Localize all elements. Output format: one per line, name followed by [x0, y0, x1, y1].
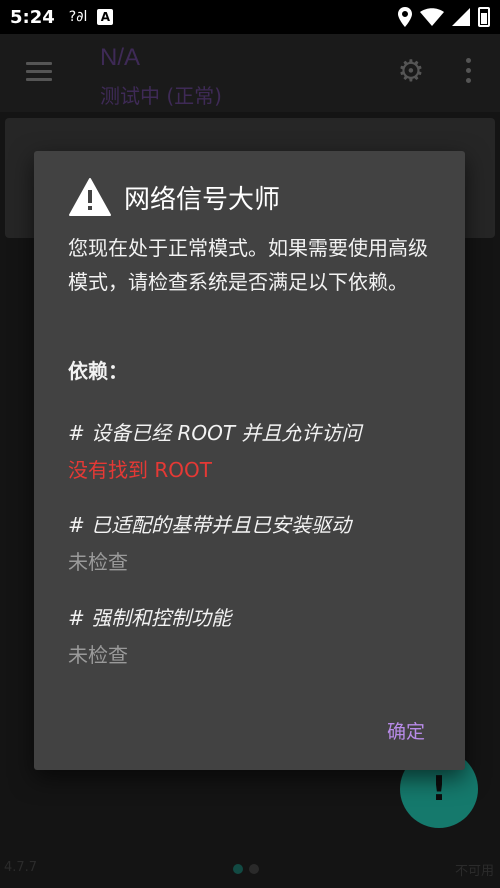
- dependency-dialog: 网络信号大师 您现在处于正常模式。如果需要使用高级模式，请检查系统是否满足以下依…: [34, 151, 465, 770]
- dialog-header: 网络信号大师: [68, 177, 280, 217]
- app-subtitle: 测试中 (正常): [100, 84, 222, 108]
- menu-icon[interactable]: [26, 62, 52, 86]
- cell-signal-icon: ?∂l: [68, 9, 88, 25]
- dependency-title: # 强制和控制功能: [68, 606, 232, 630]
- dependency-item: # 设备已经 ROOT 并且允许访问 没有找到 ROOT: [68, 417, 361, 483]
- status-time: 5:24: [10, 6, 55, 28]
- version-label: 4.7.7: [4, 860, 38, 875]
- notification-badge-icon: A: [97, 9, 114, 25]
- status-icons: [398, 7, 490, 27]
- dependency-item: # 强制和控制功能 未检查: [68, 602, 231, 668]
- page-dot[interactable]: [249, 864, 259, 874]
- status-bar: 5:24 ?∂l A: [0, 0, 500, 34]
- dependency-title: # 已适配的基带并且已安装驱动: [68, 513, 352, 537]
- wifi-icon: [420, 8, 444, 26]
- dependency-item: # 已适配的基带并且已安装驱动 未检查: [68, 509, 351, 575]
- unavailable-label: 不可用: [454, 864, 494, 879]
- app-bar: N/A 测试中 (正常) ⚙: [0, 34, 500, 112]
- dependency-status: 没有找到 ROOT: [68, 458, 212, 482]
- dialog-message: 您现在处于正常模式。如果需要使用高级模式，请检查系统是否满足以下依赖。: [68, 236, 428, 294]
- battery-icon: [478, 7, 490, 27]
- more-options-icon[interactable]: [462, 58, 474, 88]
- cell-icon: [452, 8, 470, 26]
- dependency-status: 未检查: [68, 643, 128, 667]
- warning-icon: [69, 178, 111, 216]
- dependency-status: 未检查: [68, 550, 128, 574]
- dependencies-label: 依赖：: [68, 359, 128, 383]
- ok-button[interactable]: 确定: [387, 717, 425, 744]
- dialog-title: 网络信号大师: [124, 184, 281, 215]
- page-indicator: [233, 864, 259, 874]
- gear-icon[interactable]: ⚙: [395, 56, 427, 88]
- dependency-title: # 设备已经 ROOT 并且允许访问: [68, 421, 362, 445]
- page-dot-active[interactable]: [233, 864, 243, 874]
- app-title: N/A: [100, 44, 141, 71]
- location-icon: [398, 7, 412, 27]
